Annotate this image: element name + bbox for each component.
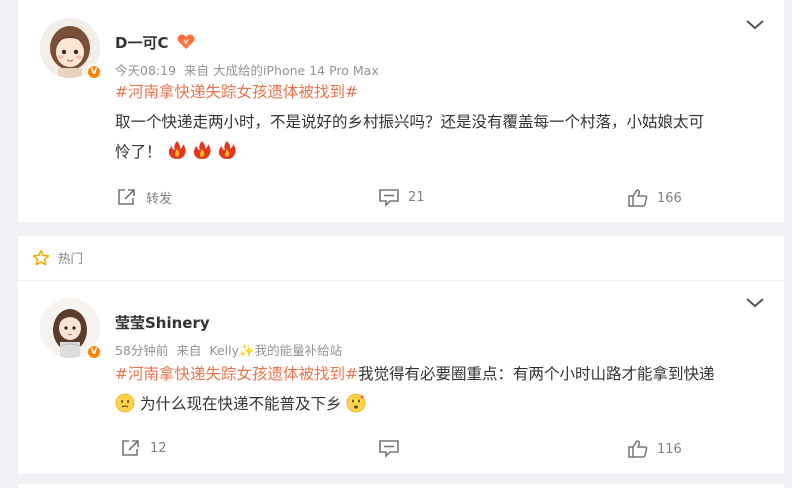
- like-button[interactable]: 116: [627, 439, 682, 459]
- fire-emoji: [219, 141, 237, 159]
- hashtag-link[interactable]: #河南拿快递失踪女孩遗体被找到#: [115, 365, 358, 383]
- like-count: 116: [657, 441, 682, 457]
- share-button[interactable]: 转发: [116, 187, 172, 207]
- username-text[interactable]: 莹莹Shinery: [115, 314, 210, 332]
- vip-heart-icon: V: [177, 34, 195, 49]
- post-text-line: 怜了！: [115, 143, 162, 161]
- share-icon: [122, 440, 139, 456]
- username-text[interactable]: D一可C: [115, 34, 168, 52]
- comment-button[interactable]: 21: [378, 187, 425, 207]
- hot-star-icon: [32, 249, 50, 265]
- hot-label: 热门: [58, 251, 84, 266]
- like-icon: [628, 440, 648, 458]
- post-content: #河南拿快递失踪女孩遗体被找到#我觉得有必要圈重点：有两个小时山路才能拿到快递 …: [115, 359, 775, 419]
- like-icon: [628, 189, 648, 207]
- username[interactable]: 莹莹Shinery: [115, 312, 210, 333]
- svg-text:V: V: [183, 39, 188, 46]
- thinking-emoji: [346, 393, 366, 413]
- fire-emoji: [169, 141, 187, 159]
- share-button[interactable]: 12: [120, 438, 167, 458]
- comment-icon: [379, 440, 399, 458]
- worried-emoji: [115, 393, 135, 413]
- hot-section-header: 热门: [32, 248, 83, 267]
- post-source: Kelly✨我的能量补给站: [209, 343, 343, 358]
- post-source: 大成给的iPhone 14 Pro Max: [213, 63, 379, 78]
- username[interactable]: D一可C V: [115, 32, 196, 53]
- share-label: 转发: [146, 191, 173, 207]
- verified-icon: V: [86, 64, 102, 80]
- feed-card: V D一可C V 今天08:19 来自 大成给的iPhone 14 Pro Max…: [18, 0, 784, 222]
- divider: [18, 280, 784, 281]
- source-prefix: 来自: [176, 343, 202, 358]
- post-text-line: 为什么现在快递不能普及下乡: [139, 395, 342, 413]
- feed-card-next: [18, 484, 784, 488]
- source-prefix: 来自: [184, 63, 210, 78]
- comment-icon: [379, 189, 399, 207]
- share-icon: [118, 189, 135, 205]
- share-count: 12: [150, 440, 167, 456]
- comment-button[interactable]: [378, 438, 408, 458]
- post-text-line: 取一个快递走两小时，不是说好的乡村振兴吗？还是没有覆盖每一个村落，小姑娘太可: [115, 113, 705, 131]
- like-button[interactable]: 166: [627, 188, 682, 208]
- chevron-down-icon[interactable]: [744, 18, 766, 32]
- comment-count: 21: [408, 189, 425, 205]
- post-content: #河南拿快递失踪女孩遗体被找到# 取一个快递走两小时，不是说好的乡村振兴吗？还是…: [115, 77, 755, 167]
- post-text-line: 我觉得有必要圈重点：有两个小时山路才能拿到快递: [357, 365, 715, 383]
- post-meta: 58分钟前 来自 Kelly✨我的能量补给站: [115, 340, 346, 359]
- chevron-down-icon[interactable]: [744, 296, 766, 310]
- hashtag-link[interactable]: #河南拿快递失踪女孩遗体被找到#: [115, 83, 358, 101]
- post-time[interactable]: 58分钟前: [115, 343, 168, 358]
- fire-emoji: [194, 141, 212, 159]
- post-time[interactable]: 今天08:19: [115, 63, 176, 78]
- like-count: 166: [657, 190, 682, 206]
- feed-card: 热门 V 莹莹Shinery 58分钟前 来自 Kelly✨我的能量补给站 #河…: [18, 236, 784, 474]
- verified-icon: V: [86, 344, 102, 360]
